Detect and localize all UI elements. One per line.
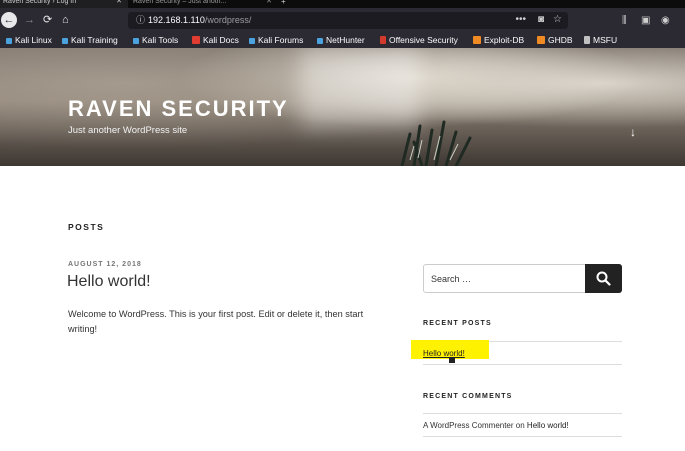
kali-dragon-icon [62,38,68,44]
close-tab-icon[interactable]: ✕ [116,0,122,5]
bookmark-kali-docs[interactable]: Kali Docs [192,35,239,46]
recent-post-link[interactable]: Hello world! [423,349,465,359]
site-title[interactable]: RAVEN SECURITY [68,96,289,122]
comment-post-link[interactable]: Hello world! [527,421,569,430]
comment-author-link[interactable]: A WordPress Commenter [423,421,514,430]
msfu-icon [584,36,590,44]
bookmark-exploit-db[interactable]: Exploit-DB [473,35,524,46]
site-tagline: Just another WordPress site [68,125,188,136]
reload-icon[interactable]: ⟳ [43,14,52,27]
kali-dragon-icon [249,38,255,44]
tab-label: Raven Security – Just anoth... [133,0,227,5]
bookmark-label: Offensive Security [389,35,458,45]
bookmark-kali-forums[interactable]: Kali Forums [249,35,303,46]
pocket-icon[interactable]: ◙ [538,13,544,26]
comment-on-text: on [515,421,525,430]
bookmark-label: Kali Forums [258,35,304,45]
sidebar-icon[interactable]: ▣ [641,14,650,27]
navigation-bar: ← → ⟳ ⌂ ⓘ 192.168.1.110/wordpress/ ••• ◙… [0,8,685,33]
forward-arrow-icon[interactable]: → [24,14,35,27]
plus-icon[interactable]: + [281,0,286,6]
nethunter-icon [317,38,323,44]
kali-dragon-icon [133,38,139,44]
info-icon[interactable]: ⓘ [136,15,145,26]
url-bar[interactable]: ⓘ 192.168.1.110/wordpress/ ••• ◙ ☆ [128,12,568,29]
kali-docs-icon [192,36,200,44]
divider [423,364,622,365]
bookmark-label: Kali Docs [203,35,239,45]
bookmark-label: Kali Tools [142,35,179,45]
tab-login[interactable]: Raven Security › Log In ✕ [0,0,128,8]
mouse-cursor-icon [449,357,455,363]
bookmark-label: MSFU [593,35,618,45]
header-image: RAVEN SECURITY Just another WordPress si… [0,48,685,166]
search-form [423,264,622,293]
bookmark-label: Exploit-DB [484,35,525,45]
post-excerpt: Welcome to WordPress. This is your first… [68,309,364,334]
url-path: /wordpress/ [204,15,252,25]
search-button[interactable] [585,264,622,293]
bookmark-nethunter[interactable]: NetHunter [317,35,365,46]
bookmark-msfu[interactable]: MSFU [584,35,617,46]
exploit-db-icon [473,36,481,44]
bookmark-kali-linux[interactable]: Kali Linux [6,35,52,46]
close-tab-icon[interactable]: ✕ [266,0,272,5]
bookmarks-toolbar: Kali Linux Kali Training Kali Tools Kali… [0,33,685,48]
kali-dragon-icon [6,38,12,44]
url-text[interactable]: 192.168.1.110/wordpress/ [148,14,251,27]
bookmark-offensive-security[interactable]: Offensive Security [380,35,458,46]
recent-comments-heading: RECENT COMMENTS [423,393,513,400]
home-icon[interactable]: ⌂ [62,14,69,27]
page-actions-icon[interactable]: ••• [515,13,526,26]
plant-image [400,120,472,166]
post-date[interactable]: AUGUST 12, 2018 [68,260,142,269]
url-host: 192.168.1.110 [148,15,205,25]
tab-bar: Raven Security › Log In ✕ Raven Security… [0,0,685,8]
bookmark-ghdb[interactable]: GHDB [537,35,573,46]
library-icon[interactable]: ⫼ [622,14,627,27]
divider [423,436,622,437]
bookmark-label: NetHunter [326,35,365,45]
bookmark-star-icon[interactable]: ☆ [553,13,562,26]
ghdb-icon [537,36,545,44]
bookmark-label: GHDB [548,35,573,45]
window-light [300,48,420,128]
bookmark-label: Kali Linux [15,35,52,45]
search-input[interactable] [424,265,584,292]
post-title[interactable]: Hello world! [67,272,151,292]
tab-label: Raven Security › Log In [3,0,77,5]
offsec-icon [380,36,386,44]
bookmark-label: Kali Training [71,35,118,45]
bookmark-kali-training[interactable]: Kali Training [62,35,118,46]
recent-posts-heading: RECENT POSTS [423,320,492,327]
back-arrow-icon[interactable]: ← [1,12,17,28]
account-icon[interactable]: ◉ [661,14,670,27]
recent-comment: A WordPress Commenter on Hello world! [423,421,569,431]
bookmark-kali-tools[interactable]: Kali Tools [133,35,178,46]
divider [423,413,622,414]
tab-raven-security[interactable]: Raven Security – Just anoth... ✕ [130,0,278,8]
search-icon [596,271,611,286]
page-title: POSTS [68,222,105,232]
arrow-down-icon[interactable]: ↓ [630,125,636,139]
